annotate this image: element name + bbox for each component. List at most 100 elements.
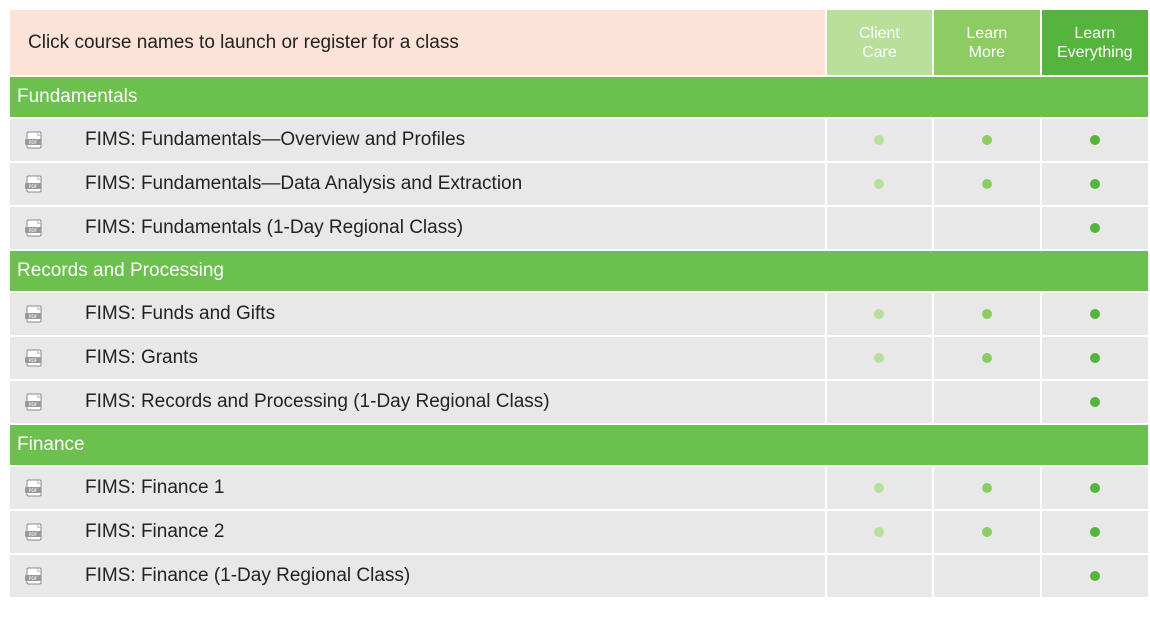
included-dot-icon — [1089, 527, 1100, 537]
tier-cell-learn-everything — [1041, 163, 1148, 205]
included-dot-icon — [874, 483, 885, 493]
course-row: PDF FIMS: Funds and Gifts — [10, 293, 1148, 335]
svg-text:PDF: PDF — [29, 488, 38, 494]
svg-text:PDF: PDF — [29, 402, 38, 408]
tier-cell-learn-everything — [1041, 119, 1148, 161]
course-table: Click course names to launch or register… — [10, 10, 1148, 597]
tier-label-line: More — [968, 43, 1006, 61]
tier-cell-learn-everything — [1041, 293, 1148, 335]
svg-text:PDF: PDF — [29, 314, 38, 320]
table-header: Click course names to launch or register… — [10, 10, 1148, 75]
included-dot-icon — [1089, 223, 1100, 233]
tier-cell-learn-more — [934, 337, 1040, 379]
tier-cell-learn-more — [934, 555, 1040, 597]
tier-header-learn-more: Learn More — [934, 10, 1040, 75]
course-name[interactable]: FIMS: Fundamentals (1-Day Regional Class… — [85, 217, 463, 239]
pdf-icon[interactable]: PDF — [25, 349, 45, 367]
svg-text:PDF: PDF — [29, 140, 38, 146]
course-row: PDF FIMS: Records and Processing (1-Day R… — [10, 381, 1148, 423]
course-link[interactable]: PDF FIMS: Funds and Gifts — [10, 293, 825, 335]
course-link[interactable]: PDF FIMS: Records and Processing (1-Day R… — [10, 381, 825, 423]
included-dot-icon — [1089, 397, 1100, 407]
course-row: PDF FIMS: Fundamentals (1-Day Regional Cl… — [10, 207, 1148, 249]
included-dot-icon — [981, 135, 992, 145]
tier-cell-learn-more — [934, 293, 1040, 335]
included-dot-icon — [874, 309, 885, 319]
course-name[interactable]: FIMS: Fundamentals—Data Analysis and Ext… — [85, 173, 522, 195]
tier-label-line: Everything — [1056, 43, 1133, 61]
course-row: PDF FIMS: Fundamentals—Data Analysis and … — [10, 163, 1148, 205]
included-dot-icon — [981, 179, 992, 189]
course-sections: Fundamentals PDF FIMS: Fundamentals—Overvi… — [10, 77, 1148, 597]
tier-label-line: Learn — [966, 24, 1008, 42]
tier-cell-learn-everything — [1041, 511, 1148, 553]
course-name[interactable]: FIMS: Finance 2 — [85, 521, 224, 543]
tier-cell-learn-more — [934, 381, 1040, 423]
tier-label-line: Care — [862, 43, 897, 61]
tier-cell-client-care — [826, 293, 933, 335]
pdf-icon[interactable]: PDF — [25, 305, 45, 323]
section-header: Finance — [10, 425, 1148, 465]
included-dot-icon — [981, 353, 992, 363]
course-link[interactable]: PDF FIMS: Fundamentals—Overview and Profi… — [10, 119, 825, 161]
svg-text:PDF: PDF — [29, 358, 38, 364]
course-row: PDF FIMS: Finance 2 — [10, 511, 1148, 553]
tier-cell-client-care — [826, 555, 933, 597]
svg-text:PDF: PDF — [29, 576, 38, 582]
pdf-icon[interactable]: PDF — [25, 479, 45, 497]
course-name[interactable]: FIMS: Records and Processing (1-Day Regi… — [85, 391, 550, 413]
course-link[interactable]: PDF FIMS: Finance 1 — [10, 467, 825, 509]
included-dot-icon — [874, 527, 885, 537]
course-link[interactable]: PDF FIMS: Fundamentals (1-Day Regional Cl… — [10, 207, 825, 249]
course-name[interactable]: FIMS: Finance (1-Day Regional Class) — [85, 565, 410, 587]
tier-cell-learn-everything — [1041, 207, 1148, 249]
tier-cell-learn-more — [934, 119, 1040, 161]
included-dot-icon — [1089, 135, 1100, 145]
tier-cell-learn-everything — [1041, 555, 1148, 597]
tier-cell-learn-more — [934, 163, 1040, 205]
course-row: PDF FIMS: Finance 1 — [10, 467, 1148, 509]
course-name[interactable]: FIMS: Funds and Gifts — [85, 303, 275, 325]
pdf-icon[interactable]: PDF — [25, 175, 45, 193]
pdf-icon[interactable]: PDF — [25, 567, 45, 585]
tier-cell-client-care — [826, 119, 933, 161]
included-dot-icon — [1089, 179, 1100, 189]
pdf-icon[interactable]: PDF — [25, 523, 45, 541]
course-link[interactable]: PDF FIMS: Finance 2 — [10, 511, 825, 553]
svg-text:PDF: PDF — [29, 532, 38, 538]
pdf-icon[interactable]: PDF — [25, 131, 45, 149]
included-dot-icon — [874, 135, 885, 145]
instruction-text: Click course names to launch or register… — [10, 10, 825, 75]
course-link[interactable]: PDF FIMS: Grants — [10, 337, 825, 379]
course-row: PDF FIMS: Grants — [10, 337, 1148, 379]
course-link[interactable]: PDF FIMS: Finance (1-Day Regional Class) — [10, 555, 825, 597]
tier-cell-client-care — [826, 207, 933, 249]
tier-label-line: Client — [858, 24, 900, 42]
svg-text:PDF: PDF — [29, 228, 38, 234]
pdf-icon[interactable]: PDF — [25, 219, 45, 237]
included-dot-icon — [981, 483, 992, 493]
tier-cell-client-care — [826, 337, 933, 379]
course-name[interactable]: FIMS: Fundamentals—Overview and Profiles — [85, 129, 465, 151]
tier-cell-learn-more — [934, 207, 1040, 249]
tier-cell-client-care — [826, 467, 933, 509]
included-dot-icon — [1089, 309, 1100, 319]
tier-header-client-care: Client Care — [826, 10, 933, 75]
section-header: Records and Processing — [10, 251, 1148, 291]
course-name[interactable]: FIMS: Finance 1 — [85, 477, 224, 499]
included-dot-icon — [874, 353, 885, 363]
tier-cell-learn-everything — [1041, 467, 1148, 509]
course-link[interactable]: PDF FIMS: Fundamentals—Data Analysis and … — [10, 163, 825, 205]
included-dot-icon — [1089, 353, 1100, 363]
tier-label-line: Learn — [1074, 24, 1116, 42]
tier-cell-client-care — [826, 511, 933, 553]
included-dot-icon — [981, 527, 992, 537]
course-name[interactable]: FIMS: Grants — [85, 347, 198, 369]
pdf-icon[interactable]: PDF — [25, 393, 45, 411]
included-dot-icon — [874, 179, 885, 189]
tier-header-learn-everything: Learn Everything — [1041, 10, 1148, 75]
section-header: Fundamentals — [10, 77, 1148, 117]
tier-cell-learn-more — [934, 467, 1040, 509]
svg-text:PDF: PDF — [29, 184, 38, 190]
tier-cell-learn-everything — [1041, 381, 1148, 423]
